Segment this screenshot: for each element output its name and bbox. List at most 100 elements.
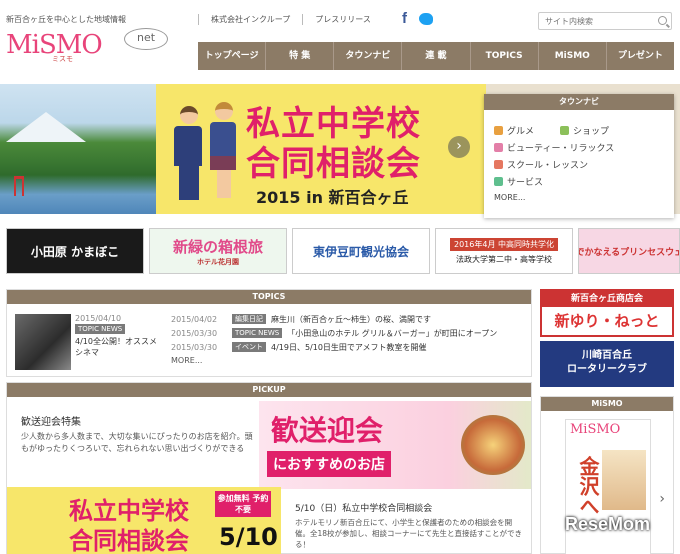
banner-hakone-title: 新緑の箱根旅 <box>172 237 263 256</box>
topics-more-link[interactable]: MORE... <box>171 356 497 365</box>
nav-top[interactable]: トップページ <box>198 42 267 70</box>
banner-rotary-club[interactable]: 川崎百合丘 ロータリークラブ <box>540 341 674 387</box>
beauty-icon <box>494 143 503 152</box>
logo-net-badge: net <box>124 28 168 50</box>
townnavi-more-link[interactable]: MORE... <box>494 193 525 202</box>
facebook-icon[interactable]: f <box>402 10 407 27</box>
chevron-right-icon[interactable]: › <box>659 491 665 507</box>
banner-hosei[interactable]: 2016年4月 中高同時共学化 法政大学第二中・高等学校 <box>435 228 573 274</box>
service-icon <box>494 177 503 186</box>
rotary-line2: ロータリークラブ <box>567 364 647 375</box>
featured-topic-title[interactable]: 4/10全公開！オススメシネマ <box>75 336 163 358</box>
mismo-heading: MiSMO <box>541 397 673 411</box>
nav-present[interactable]: プレゼント <box>607 42 674 70</box>
nav-townnavi[interactable]: タウンナビ <box>334 42 403 70</box>
nav-topics[interactable]: TOPICS <box>471 42 539 70</box>
mountain-shape <box>6 112 86 142</box>
company-link[interactable]: 株式会社インクループ <box>198 13 302 25</box>
food-dish-illustration <box>461 415 525 475</box>
pickup-item2-img-date: 5/10 <box>219 523 278 551</box>
townnavi-item-beauty[interactable]: ビューティー・リラックス <box>494 141 614 154</box>
torii-gate-shape <box>14 176 24 196</box>
twitter-icon[interactable] <box>419 13 433 25</box>
girl-illustration <box>210 102 238 202</box>
townnavi-item-gourmet[interactable]: グルメ <box>494 124 534 137</box>
shop-icon <box>560 126 569 135</box>
social-links: f <box>402 10 433 27</box>
pickup-item2-image[interactable]: 私立中学校 合同相談会 参加無料 予約不要 5/10 <box>7 487 281 554</box>
topics-section: TOPICS 2015/04/10 TOPIC NEWS 4/10全公開！オスス… <box>6 289 532 377</box>
list-item[interactable]: 2015/04/02 編集日記 麻生川（新百合ヶ丘～柿生）の桜、満開です <box>171 312 497 326</box>
rotary-line1: 川崎百合丘 <box>582 350 632 361</box>
search-input[interactable] <box>539 13 651 29</box>
hero-landscape-image[interactable] <box>0 84 156 214</box>
shinyuri-net-main: 新ゆり・ねっと <box>554 312 660 330</box>
pickup-item2-desc: ホテルモリノ新百合丘にて、小学生と保護者のための相談会を開催。全18校が参加し、… <box>295 518 523 549</box>
pickup-item1-title[interactable]: 歓送迎会特集 <box>21 413 81 428</box>
topic-text: 4/19日、5/10日生田でアメフト教室を開催 <box>271 342 427 352</box>
townnavi-item-school[interactable]: スクール・レッスン <box>494 158 588 171</box>
nav-series[interactable]: 連 載 <box>402 42 471 70</box>
topic-badge: 編集日記 <box>232 314 266 324</box>
pickup-item1-img-sub: におすすめのお店 <box>267 451 391 477</box>
topic-text: 麻生川（新百合ヶ丘～柿生）の桜、満開です <box>271 314 431 324</box>
topic-date: 2015/03/30 <box>171 342 218 352</box>
townnavi-label: ビューティー・リラックス <box>507 144 615 154</box>
townnavi-title: タウンナビ <box>484 94 674 110</box>
cover-headline: 金沢へ <box>576 456 600 516</box>
hero-title-line2: 合同相談会 <box>246 144 421 184</box>
logo-subtext: ミスモ <box>52 55 73 63</box>
topics-heading: TOPICS <box>7 290 531 304</box>
pickup-section: PICKUP 歓送迎会特集 少人数から多人数まで、大切な集いにぴったりのお店を紹… <box>6 382 532 554</box>
featured-topic-badge-wrap: TOPIC NEWS <box>75 324 126 334</box>
pickup-heading: PICKUP <box>7 383 531 397</box>
school-icon <box>494 160 503 169</box>
hero-banner[interactable]: 私立中学校 合同相談会 2015 in 新百合ヶ丘 <box>156 84 486 214</box>
pickup-item2-title[interactable]: 5/10（日）私立中学校合同相談会 <box>295 501 432 514</box>
topic-badge: TOPIC NEWS <box>75 324 126 334</box>
site-tagline: 新百合ヶ丘を中心とした地域情報 <box>6 15 126 24</box>
list-item[interactable]: 2015/03/30 イベント 4/19日、5/10日生田でアメフト教室を開催 <box>171 340 497 354</box>
main-nav: トップページ 特 集 タウンナビ 連 載 TOPICS MiSMO プレゼント <box>198 42 674 70</box>
townnavi-label: ショップ <box>573 127 610 137</box>
pickup-item2-img-badge: 参加無料 予約不要 <box>215 491 271 517</box>
banner-hakone[interactable]: 新緑の箱根旅 ホテル花月園 <box>149 228 287 274</box>
banner-shinyuri-net[interactable]: 新百合ヶ丘商店会 新ゆり・ねっと <box>540 289 674 337</box>
featured-topic-date: 2015/04/10 <box>75 314 122 323</box>
pickup-item1-img-title: 歓送迎会 <box>271 414 384 447</box>
banner-wedding[interactable]: お城でかなえるプリンセスウェディ <box>578 228 680 274</box>
topic-badge: TOPIC NEWS <box>232 328 283 338</box>
townnavi-item-service[interactable]: サービス <box>494 175 543 188</box>
nav-features[interactable]: 特 集 <box>266 42 335 70</box>
cover-photo <box>602 450 646 510</box>
topic-badge: イベント <box>232 342 266 352</box>
press-release-link[interactable]: プレスリリース <box>302 13 383 25</box>
cover-logo: MiSMO <box>570 422 621 437</box>
townnavi-label: サービス <box>507 178 544 188</box>
top-links: 株式会社インクループ プレスリリース <box>198 12 383 26</box>
gourmet-icon <box>494 126 503 135</box>
topic-text: 「小田急山のホテル グリル＆バーガー」が町田にオープン <box>287 328 498 338</box>
townnavi-dropdown: タウンナビ グルメ ショップ ビューティー・リラックス スクール・レッスン サー… <box>484 94 674 218</box>
site-search <box>538 12 672 30</box>
topic-date: 2015/04/02 <box>171 314 218 324</box>
search-icon[interactable] <box>658 16 667 25</box>
banner-hosei-main: 法政大学第二中・高等学校 <box>456 254 552 264</box>
pickup-item1-image[interactable]: 歓送迎会 におすすめのお店 <box>259 401 531 489</box>
slider-next-button[interactable]: › <box>448 136 470 158</box>
nav-mismo[interactable]: MiSMO <box>539 42 607 70</box>
banner-hosei-top: 2016年4月 中高同時共学化 <box>450 237 558 251</box>
boy-illustration <box>174 106 204 206</box>
banner-hakone-sub: ホテル花月園 <box>197 257 239 266</box>
townnavi-label: スクール・レッスン <box>507 161 589 171</box>
townnavi-item-shop[interactable]: ショップ <box>560 124 609 137</box>
list-item[interactable]: 2015/03/30 TOPIC NEWS 「小田急山のホテル グリル＆バーガー… <box>171 326 497 340</box>
shinyuri-net-top: 新百合ヶ丘商店会 <box>542 291 672 307</box>
banner-higashi-izu[interactable]: 東伊豆町観光協会 <box>292 228 430 274</box>
pickup-item1-desc: 少人数から多人数まで、大切な集いにぴったりのお店を紹介。頭もがゆったりくつろいで… <box>21 432 253 453</box>
topic-date: 2015/03/30 <box>171 328 218 338</box>
featured-topic-image[interactable] <box>15 314 71 370</box>
topics-list: 2015/04/02 編集日記 麻生川（新百合ヶ丘～柿生）の桜、満開です 201… <box>171 312 497 365</box>
banner-kamaboko[interactable]: 小田原 かまぼこ <box>6 228 144 274</box>
townnavi-label: グルメ <box>507 127 535 137</box>
